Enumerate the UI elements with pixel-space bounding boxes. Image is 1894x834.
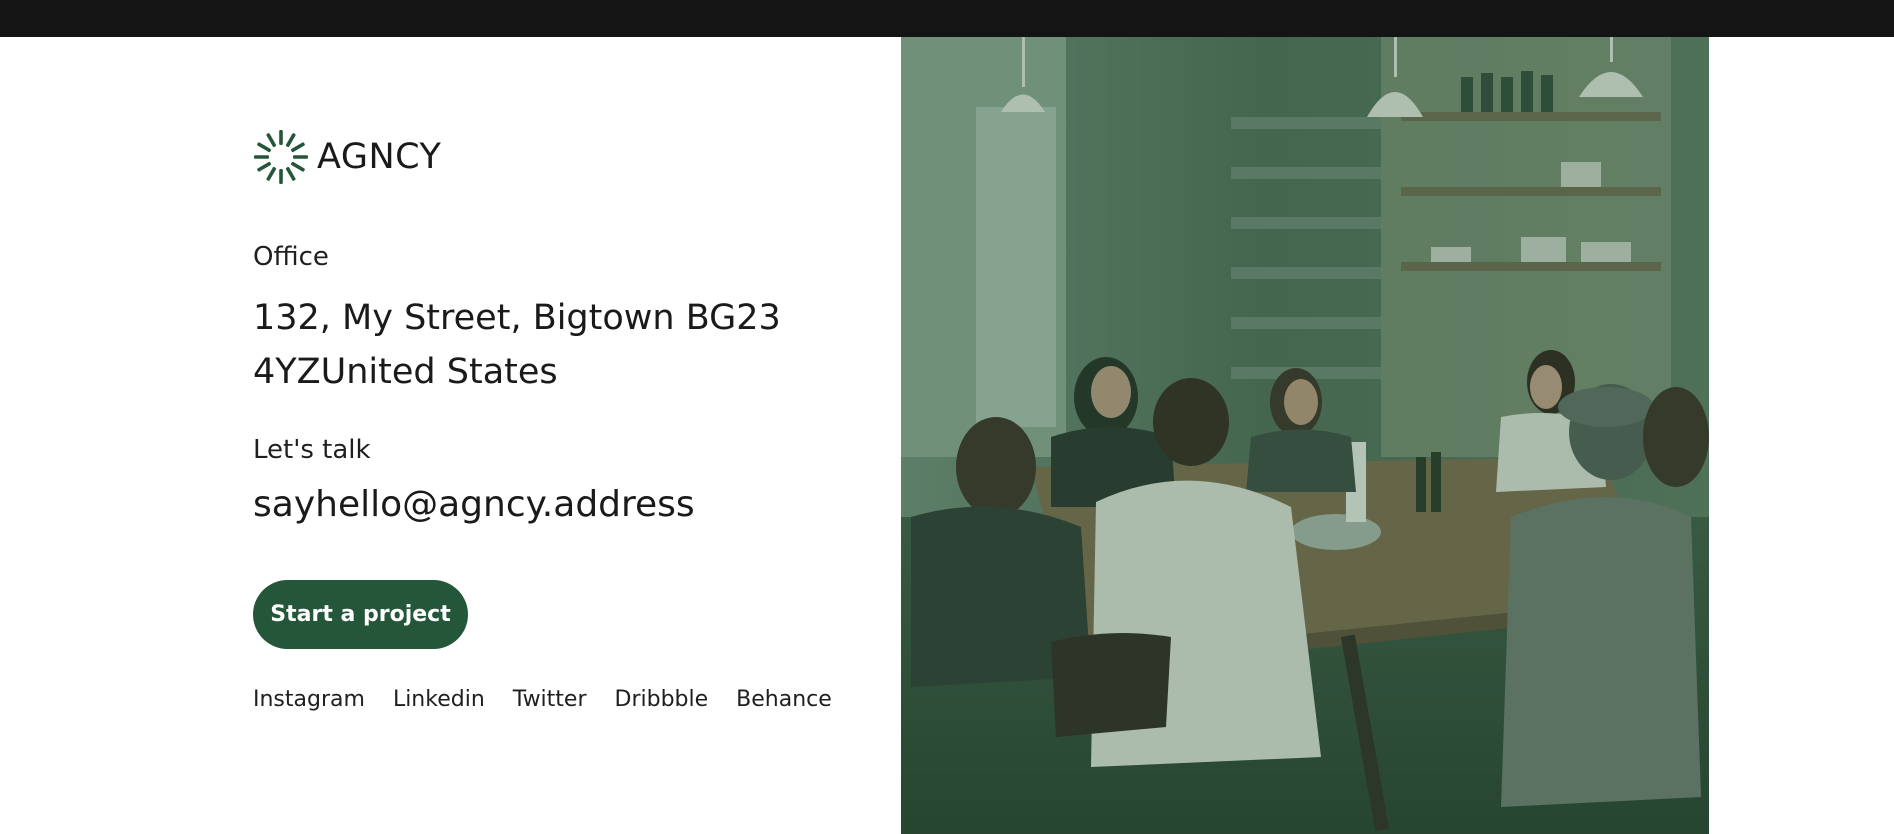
brand-name: AGNCY xyxy=(317,137,442,177)
social-link-twitter[interactable]: Twitter xyxy=(513,687,587,712)
office-address: 132, My Street, Bigtown BG23 4YZUnited S… xyxy=(253,298,781,392)
social-link-dribbble[interactable]: Dribbble xyxy=(615,687,709,712)
contact-email-link[interactable]: sayhello@agncy.address xyxy=(253,484,695,525)
team-meeting-photo xyxy=(901,37,1709,834)
top-bar xyxy=(0,0,1894,37)
social-links: Instagram Linkedin Twitter Dribbble Beha… xyxy=(253,687,832,712)
office-label: Office xyxy=(253,242,329,272)
brand-logo[interactable]: AGNCY xyxy=(253,129,441,185)
social-link-behance[interactable]: Behance xyxy=(736,687,832,712)
talk-label: Let's talk xyxy=(253,435,371,465)
photo-illustration xyxy=(901,37,1709,834)
sunburst-logo-icon xyxy=(254,130,308,184)
social-link-linkedin[interactable]: Linkedin xyxy=(393,687,485,712)
social-link-instagram[interactable]: Instagram xyxy=(253,687,365,712)
start-project-button[interactable]: Start a project xyxy=(253,580,468,649)
